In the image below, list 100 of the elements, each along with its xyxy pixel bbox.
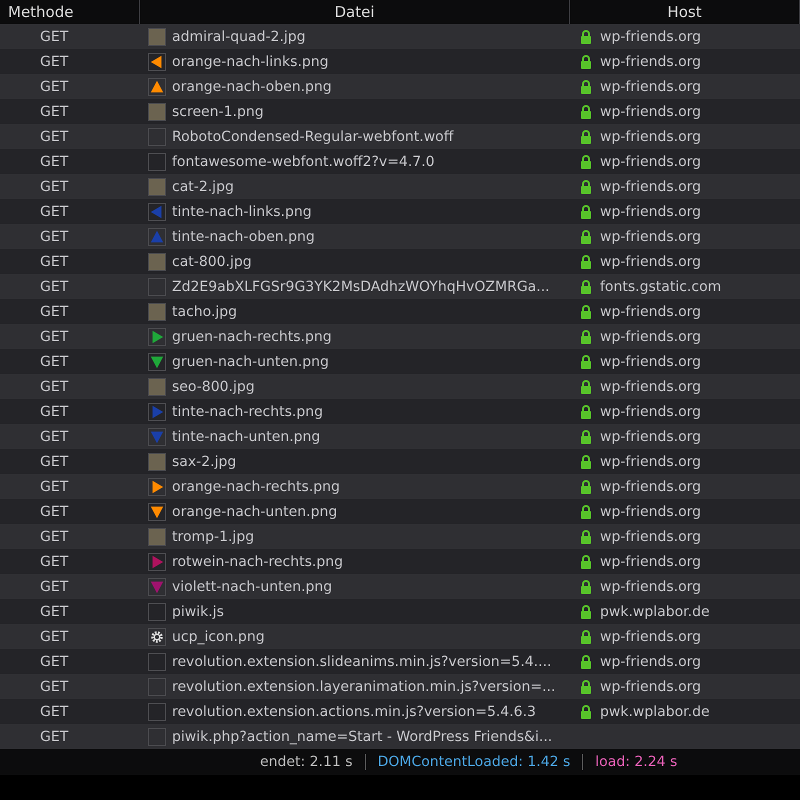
host-name: pwk.wplabor.de xyxy=(600,604,710,620)
host-name: wp-friends.org xyxy=(600,554,702,570)
host-name: wp-friends.org xyxy=(600,354,702,370)
file-name: revolution.extension.actions.min.js?version=5.4.6.3 xyxy=(172,704,536,720)
host-name: wp-friends.org xyxy=(600,78,702,94)
file-name: cat-800.jpg xyxy=(172,254,252,270)
file-name: orange-nach-unten.png xyxy=(172,504,338,520)
file-name: Zd2E9abXLFGSr9G3YK2MsDAdhzWOYhqHvOZMRGa... xyxy=(172,278,550,294)
empty-thumbnail xyxy=(148,678,166,696)
file-name: gruen-nach-rechts.png xyxy=(172,328,332,344)
file-name: revolution.extension.slideanims.min.js?version=5.4.... xyxy=(172,654,552,670)
method-cell-text: GET xyxy=(39,428,70,444)
gear-icon xyxy=(148,628,166,646)
photo-placeholder xyxy=(148,302,166,320)
photo-placeholder xyxy=(148,252,166,270)
method-cell-text: GET xyxy=(39,304,70,320)
host-name: wp-friends.org xyxy=(600,154,702,170)
photo-placeholder xyxy=(148,378,166,396)
host-name: wp-friends.org xyxy=(600,128,702,144)
empty-thumbnail xyxy=(148,728,166,746)
method-cell-text: GET xyxy=(39,204,70,220)
method-cell-text: GET xyxy=(39,604,70,620)
method-cell-text: GET xyxy=(39,154,70,170)
method-cell-text: GET xyxy=(39,578,70,594)
method-cell-text: GET xyxy=(39,104,70,120)
file-name: orange-nach-rechts.png xyxy=(172,478,340,494)
empty-thumbnail xyxy=(148,652,166,670)
method-cell-text: GET xyxy=(39,704,70,720)
file-name: tacho.jpg xyxy=(172,304,238,320)
method-cell-text: GET xyxy=(39,178,70,194)
photo-placeholder xyxy=(148,528,166,546)
method-cell-text: GET xyxy=(39,528,70,544)
method-cell-text: GET xyxy=(39,454,70,470)
file-name: RobotoCondensed-Regular-webfont.woff xyxy=(172,128,454,144)
host-name: wp-friends.org xyxy=(600,478,702,494)
host-name: wp-friends.org xyxy=(600,328,702,344)
host-name: wp-friends.org xyxy=(600,578,702,594)
empty-thumbnail xyxy=(148,702,166,720)
file-name: admiral-quad-2.jpg xyxy=(172,28,306,44)
status-text: DOMContentLoaded: 1.42 s xyxy=(378,754,570,770)
file-name: tinte-nach-links.png xyxy=(172,204,312,220)
file-name: violett-nach-unten.png xyxy=(172,578,332,594)
file-name: gruen-nach-unten.png xyxy=(172,354,329,370)
file-name: tromp-1.jpg xyxy=(172,528,254,544)
method-cell-text: GET xyxy=(39,254,70,270)
photo-placeholder xyxy=(148,28,166,46)
host-name: wp-friends.org xyxy=(600,454,702,470)
host-name: wp-friends.org xyxy=(600,178,702,194)
method-cell-text: GET xyxy=(39,478,70,494)
method-cell-text: GET xyxy=(39,554,70,570)
host-name: wp-friends.org xyxy=(600,404,702,420)
host-name: wp-friends.org xyxy=(600,528,702,544)
method-cell-text: GET xyxy=(39,628,70,644)
empty-thumbnail xyxy=(148,128,166,146)
method-cell-text: GET xyxy=(39,504,70,520)
file-name: piwik.php?action_name=Start - WordPress Friends&i... xyxy=(172,728,552,744)
host-name: wp-friends.org xyxy=(600,428,702,444)
host-name: wp-friends.org xyxy=(600,654,702,670)
host-name: wp-friends.org xyxy=(600,54,702,70)
status-text: load: 2.24 s xyxy=(595,754,678,770)
file-name: tinte-nach-unten.png xyxy=(172,428,320,444)
method-cell-text: GET xyxy=(39,728,70,744)
file-name: tinte-nach-oben.png xyxy=(172,228,315,244)
file-name: sax-2.jpg xyxy=(172,454,236,470)
method-cell-text: GET xyxy=(39,128,70,144)
host-name: pwk.wplabor.de xyxy=(600,704,710,720)
file-name: screen-1.png xyxy=(172,104,264,120)
file-name: tinte-nach-rechts.png xyxy=(172,404,323,420)
method-cell-text: GET xyxy=(39,278,70,294)
file-name: fontawesome-webfont.woff2?v=4.7.0 xyxy=(172,154,435,170)
file-name: rotwein-nach-rechts.png xyxy=(172,554,343,570)
host-name: wp-friends.org xyxy=(600,678,702,694)
host-name: wp-friends.org xyxy=(600,254,702,270)
empty-thumbnail xyxy=(148,278,166,296)
file-name: cat-2.jpg xyxy=(172,178,234,194)
host-name: wp-friends.org xyxy=(600,628,702,644)
host-name: fonts.gstatic.com xyxy=(600,278,722,294)
host-name: wp-friends.org xyxy=(600,104,702,120)
photo-placeholder xyxy=(148,452,166,470)
host-name: wp-friends.org xyxy=(600,378,702,394)
empty-thumbnail xyxy=(148,152,166,170)
host-name: wp-friends.org xyxy=(600,504,702,520)
method-cell-text: GET xyxy=(39,678,70,694)
file-name: orange-nach-links.png xyxy=(172,54,329,70)
host-name: wp-friends.org xyxy=(600,304,702,320)
status-text: endet: 2.11 s xyxy=(260,754,353,770)
file-name: ucp_icon.png xyxy=(172,628,265,644)
method-cell-text: GET xyxy=(39,404,70,420)
method-cell-text: GET xyxy=(39,354,70,370)
host-name: wp-friends.org xyxy=(600,28,702,44)
host-name: wp-friends.org xyxy=(600,204,702,220)
host-name: wp-friends.org xyxy=(600,228,702,244)
photo-placeholder xyxy=(148,102,166,120)
photo-placeholder xyxy=(148,178,166,196)
method-cell-text: GET xyxy=(39,54,70,70)
method-cell-text: GET xyxy=(39,378,70,394)
file-name: revolution.extension.layeranimation.min.js?version=... xyxy=(172,678,556,694)
method-cell-text: GET xyxy=(39,328,70,344)
method-cell-text: GET xyxy=(39,654,70,670)
file-name: orange-nach-oben.png xyxy=(172,78,332,94)
